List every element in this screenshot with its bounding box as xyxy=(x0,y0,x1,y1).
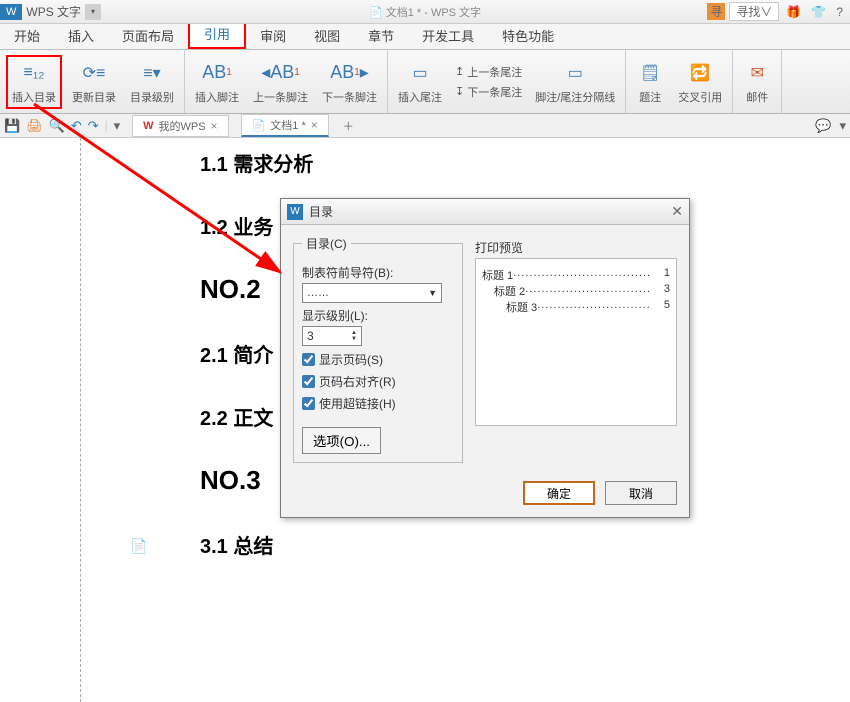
update-toc-button[interactable]: ⟳≡ 更新目录 xyxy=(68,57,120,107)
margin-guide xyxy=(80,138,81,702)
preview-line: 标题 2...............................3 xyxy=(482,283,670,299)
up-arrow-icon: ↥ xyxy=(455,65,464,78)
spinner-buttons[interactable]: ▲▼ xyxy=(351,330,357,342)
app-menu-dropdown[interactable]: ▾ xyxy=(85,4,101,20)
heading-1-1: 1.1 需求分析 xyxy=(200,148,850,177)
close-icon[interactable]: × xyxy=(211,119,218,133)
tab-special[interactable]: 特色功能 xyxy=(488,22,568,49)
dialog-icon: W xyxy=(287,204,303,220)
insert-toc-button[interactable]: ≡₁₂ 插入目录 xyxy=(6,55,62,109)
cancel-button[interactable]: 取消 xyxy=(605,481,677,505)
preview-box: 标题 1..................................1 … xyxy=(475,258,677,426)
quick-access-bar: 💾 🖨 🔍 ↶ ↷ | ▾ W 我的WPS × 📄 文档1 * × ＋ 💬 ▾ xyxy=(0,114,850,138)
options-button[interactable]: 选项(O)... xyxy=(302,427,381,454)
level-label: 显示级别(L): xyxy=(302,307,454,324)
title-bar: W WPS 文字 ▾ 📄 文档1 * - WPS 文字 寻 寻找∨ 🎁 👕 ? xyxy=(0,0,850,24)
customize-icon[interactable]: ▾ xyxy=(114,118,121,134)
document-title: 📄 文档1 * - WPS 文字 xyxy=(369,4,481,20)
endnote-nav-stack: ↥上一条尾注 ↧下一条尾注 xyxy=(452,63,525,101)
dialog-title: 目录 xyxy=(309,203,333,220)
wps-small-icon: W xyxy=(143,120,153,132)
mail-button[interactable]: ✉ 邮件 xyxy=(739,57,775,107)
leader-label: 制表符前导符(B): xyxy=(302,264,454,281)
fn-en-separator-button[interactable]: ▭ 脚注/尾注分隔线 xyxy=(531,57,619,107)
tab-review[interactable]: 审阅 xyxy=(246,22,300,49)
caption-button[interactable]: 🗒 题注 xyxy=(632,57,668,107)
redo-icon[interactable]: ↷ xyxy=(88,118,99,134)
tab-chapter[interactable]: 章节 xyxy=(354,22,408,49)
close-icon[interactable]: × xyxy=(311,118,318,132)
titlebar-right: 寻 寻找∨ 🎁 👕 ? xyxy=(707,2,846,21)
ribbon-group-toc: ≡₁₂ 插入目录 ⟳≡ 更新目录 ≡▾ 目录级别 xyxy=(0,50,185,113)
undo-icon[interactable]: ↶ xyxy=(71,118,82,134)
search-box[interactable]: 寻找∨ xyxy=(729,2,779,21)
toc-dialog: W 目录 ✕ 目录(C) 制表符前导符(B): …… ▼ 显示级别(L): 3 … xyxy=(280,198,690,518)
next-footnote-icon: AB1▸ xyxy=(336,59,364,87)
prev-footnote-icon: ◂AB1 xyxy=(267,59,295,87)
ribbon-group-footnote: AB1 插入脚注 ◂AB1 上一条脚注 AB1▸ 下一条脚注 xyxy=(185,50,388,113)
down-arrow-icon: ↧ xyxy=(455,85,464,98)
insert-footnote-button[interactable]: AB1 插入脚注 xyxy=(191,57,243,107)
tab-page-layout[interactable]: 页面布局 xyxy=(108,22,188,49)
ribbon-group-caption: 🗒 题注 🔁 交叉引用 xyxy=(626,50,733,113)
show-page-checkbox[interactable]: 显示页码(S) xyxy=(302,351,454,368)
insert-endnote-button[interactable]: ▭ 插入尾注 xyxy=(394,57,446,107)
toc-fieldset: 目录(C) 制表符前导符(B): …… ▼ 显示级别(L): 3 ▲▼ 显示页码… xyxy=(293,235,463,463)
save-icon[interactable]: 💾 xyxy=(4,118,20,134)
shirt-icon[interactable]: 👕 xyxy=(808,5,829,19)
ribbon-tabs: 开始 插入 页面布局 引用 审阅 视图 章节 开发工具 特色功能 xyxy=(0,24,850,50)
refresh-icon: ⟳≡ xyxy=(80,59,108,87)
ribbon: ≡₁₂ 插入目录 ⟳≡ 更新目录 ≡▾ 目录级别 AB1 插入脚注 ◂AB1 上… xyxy=(0,50,850,114)
tab-developer[interactable]: 开发工具 xyxy=(408,22,488,49)
doc-icon: 📄 xyxy=(369,7,383,19)
print-preview-icon[interactable]: 🔍 xyxy=(49,118,65,134)
tab-view[interactable]: 视图 xyxy=(300,22,354,49)
print-icon[interactable]: 🖨 xyxy=(26,118,43,134)
doctab-doc1[interactable]: 📄 文档1 * × xyxy=(241,114,329,137)
app-name: WPS 文字 xyxy=(26,3,81,20)
prev-footnote-button[interactable]: ◂AB1 上一条脚注 xyxy=(249,57,312,107)
dialog-titlebar[interactable]: W 目录 ✕ xyxy=(281,199,689,225)
right-align-checkbox[interactable]: 页码右对齐(R) xyxy=(302,373,454,390)
gift-icon[interactable]: 🎁 xyxy=(783,5,804,19)
next-endnote-button[interactable]: ↧下一条尾注 xyxy=(452,83,525,101)
wps-logo: W xyxy=(0,4,22,20)
help-icon[interactable]: ? xyxy=(833,5,846,19)
tab-insert[interactable]: 插入 xyxy=(54,22,108,49)
toc-legend: 目录(C) xyxy=(302,235,351,252)
dialog-buttons: 确定 取消 xyxy=(281,473,689,517)
preview-line: 标题 3............................5 xyxy=(482,299,670,315)
feedback-icon[interactable]: 💬 xyxy=(815,118,831,134)
leader-combo[interactable]: …… ▼ xyxy=(302,283,442,303)
paragraph-mark-icon: 📄 xyxy=(130,538,147,555)
separator-icon: ▭ xyxy=(561,59,589,87)
prev-endnote-button[interactable]: ↥上一条尾注 xyxy=(452,63,525,81)
hyperlink-checkbox[interactable]: 使用超链接(H) xyxy=(302,395,454,412)
ribbon-group-endnote: ▭ 插入尾注 ↥上一条尾注 ↧下一条尾注 ▭ 脚注/尾注分隔线 xyxy=(388,50,626,113)
chevron-down-icon: ▼ xyxy=(428,288,437,298)
footnote-icon: AB1 xyxy=(203,59,231,87)
endnote-icon: ▭ xyxy=(406,59,434,87)
preview-label: 打印预览 xyxy=(475,239,677,256)
doc-small-icon: 📄 xyxy=(252,119,266,132)
ribbon-group-mail: ✉ 邮件 xyxy=(733,50,782,113)
search-badge[interactable]: 寻 xyxy=(707,3,725,20)
cross-ref-button[interactable]: 🔁 交叉引用 xyxy=(674,57,726,107)
more-icon[interactable]: ▾ xyxy=(839,118,846,134)
dialog-close-icon[interactable]: ✕ xyxy=(671,203,683,220)
next-footnote-button[interactable]: AB1▸ 下一条脚注 xyxy=(318,57,381,107)
mail-icon: ✉ xyxy=(743,59,771,87)
caption-icon: 🗒 xyxy=(636,59,664,87)
doctab-mywps[interactable]: W 我的WPS × xyxy=(132,115,228,137)
heading-3-1: 3.1 总结 xyxy=(200,530,850,559)
level-icon: ≡▾ xyxy=(138,59,166,87)
tab-home[interactable]: 开始 xyxy=(0,22,54,49)
cross-ref-icon: 🔁 xyxy=(686,59,714,87)
level-spinner[interactable]: 3 ▲▼ xyxy=(302,326,362,346)
new-tab-button[interactable]: ＋ xyxy=(343,118,354,134)
toc-icon: ≡₁₂ xyxy=(20,59,48,87)
preview-line: 标题 1..................................1 xyxy=(482,267,670,283)
toc-level-button[interactable]: ≡▾ 目录级别 xyxy=(126,57,178,107)
ok-button[interactable]: 确定 xyxy=(523,481,595,505)
